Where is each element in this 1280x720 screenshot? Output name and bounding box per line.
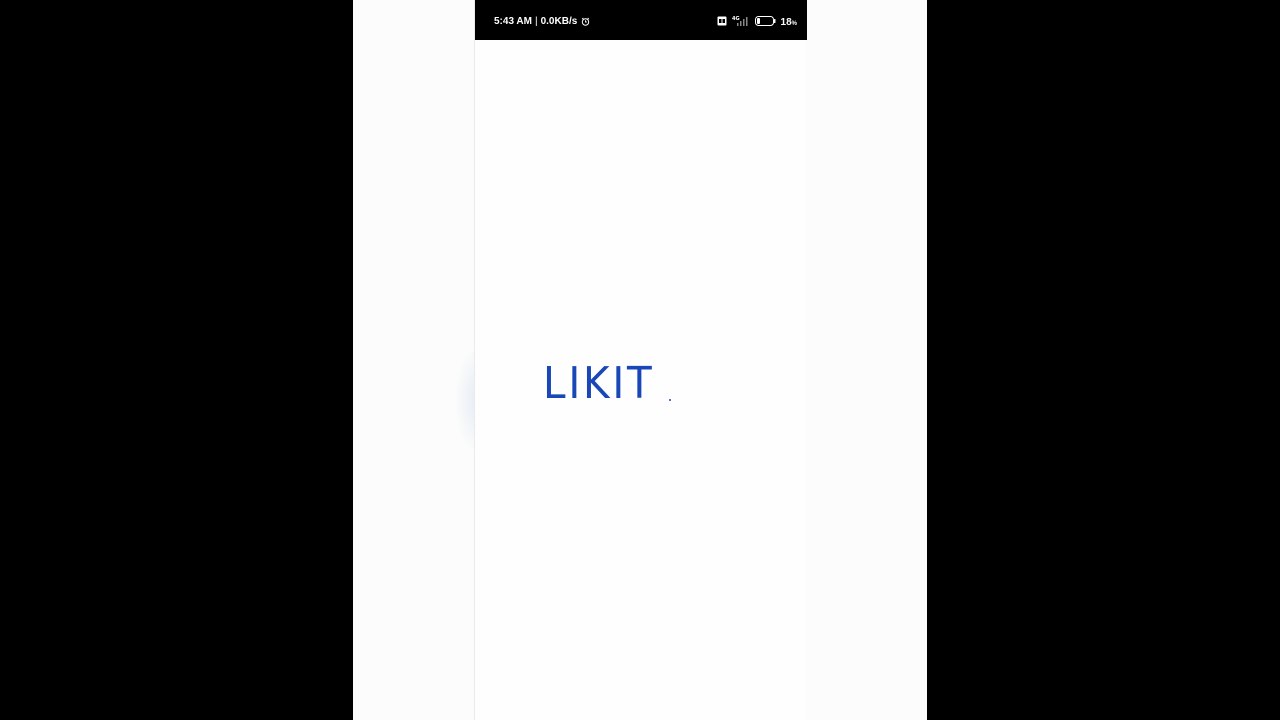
battery-level-unit: % — [791, 21, 797, 27]
app-logo-text: LIKIT — [543, 358, 655, 409]
video-frame: 5:43 AM | 0.0KB/s 4G 18% LIKIT — [0, 0, 1280, 720]
blurred-background-right — [806, 0, 927, 720]
status-time: 5:43 AM — [494, 16, 532, 27]
status-bar-right: 4G 18% — [717, 15, 797, 30]
app-logo-dot — [669, 399, 671, 401]
alarm-clock-icon — [581, 17, 590, 26]
status-separator: | — [534, 16, 538, 27]
battery-level-value: 18 — [780, 17, 792, 28]
phone-screen: 5:43 AM | 0.0KB/s 4G 18% LIKIT — [474, 0, 807, 720]
network-speed: 0.0KB/s — [540, 16, 578, 27]
status-bar-left: 5:43 AM | 0.0KB/s — [494, 16, 590, 27]
network-type-label: 4G — [732, 16, 740, 22]
battery-level: 18% — [781, 17, 797, 28]
battery-icon — [754, 16, 776, 29]
sim-card-icon — [717, 16, 727, 29]
status-bar: 5:43 AM | 0.0KB/s 4G 18% — [475, 0, 807, 40]
cell-signal-icon: 4G — [732, 15, 750, 30]
